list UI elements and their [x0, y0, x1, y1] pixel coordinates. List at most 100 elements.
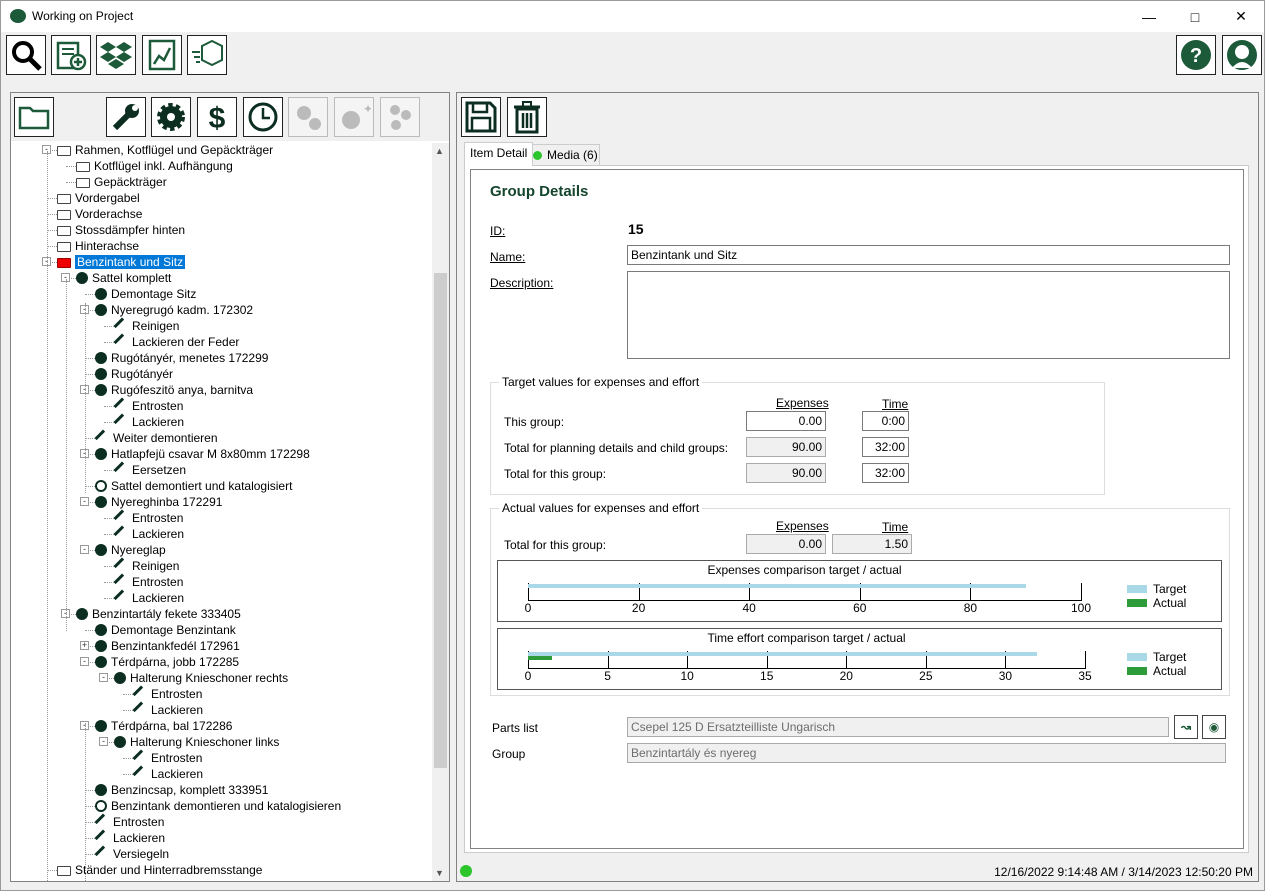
add-folder-button[interactable]: [14, 97, 54, 137]
tree-item[interactable]: Benzintartály fekete 333405: [76, 606, 241, 622]
tree-connector: [85, 838, 95, 839]
tree-connector: [104, 582, 114, 583]
tree-item[interactable]: Benzintank und Sitz: [57, 254, 186, 270]
gear-icon: [95, 720, 107, 732]
wrench-icon: [113, 333, 131, 351]
unlink-parts-button[interactable]: ↝: [1174, 715, 1198, 739]
add-task-button[interactable]: [106, 97, 146, 137]
tree-item[interactable]: Entrosten: [94, 813, 164, 831]
this-group-time-field[interactable]: 0:00: [862, 411, 909, 431]
tree-item[interactable]: Lackieren der Feder: [113, 333, 240, 351]
tree-item[interactable]: Lackieren: [113, 589, 184, 607]
minimize-icon[interactable]: —: [1126, 1, 1172, 32]
tab-media[interactable]: Media (6): [527, 144, 600, 166]
tree-item[interactable]: Vorderachse: [57, 206, 142, 222]
chart-tick: [1085, 651, 1086, 669]
tab-item-detail[interactable]: Item Detail: [464, 142, 534, 166]
tree-item[interactable]: Entrosten: [113, 509, 183, 527]
tree-item[interactable]: Entrosten: [132, 749, 202, 767]
tree-item[interactable]: Versiegeln: [94, 845, 169, 863]
this-group-expenses-field[interactable]: 0.00: [746, 411, 826, 431]
search-button[interactable]: [6, 35, 46, 75]
description-label: Description:: [490, 276, 554, 290]
add-part-button[interactable]: [151, 97, 191, 137]
support-button[interactable]: [1222, 35, 1262, 75]
tree-expander-icon[interactable]: -: [99, 737, 108, 746]
scroll-down-icon[interactable]: ▼: [435, 868, 444, 878]
tree-item[interactable]: Vordergabel: [57, 190, 140, 206]
tree-item[interactable]: Gepäckträger: [76, 174, 167, 190]
tree-item[interactable]: Reinigen: [113, 317, 180, 335]
tree-item[interactable]: Entrosten: [113, 573, 183, 591]
tree-item[interactable]: Entrosten: [132, 685, 202, 703]
tree-item[interactable]: Demontage Sitz: [95, 286, 196, 302]
tree-item[interactable]: Eersetzen: [113, 461, 186, 479]
tree-item-label: Benzintartály fekete 333405: [92, 607, 241, 621]
tree-item[interactable]: Benzintankfedél 172961: [95, 638, 240, 654]
tree-item[interactable]: Reinigen: [113, 557, 179, 575]
tree-item-label: Lackieren der Feder: [132, 335, 240, 349]
tree-item[interactable]: Térdpárna, bal 172286: [95, 718, 232, 734]
package-button[interactable]: [187, 35, 227, 75]
tree-item-label: Demontage Benzintank: [111, 623, 236, 637]
delete-button[interactable]: [507, 97, 547, 137]
tree-item[interactable]: Hinterachse: [57, 238, 139, 254]
tree-scrollbar[interactable]: ▲ ▼: [432, 143, 449, 881]
tree-item[interactable]: Nyereglap: [95, 542, 166, 558]
tree-item[interactable]: Benzincsap, komplett 333951: [95, 782, 268, 798]
tree-item-label: Sattel demontiert und katalogisiert: [111, 479, 293, 493]
folder-icon: [57, 194, 71, 204]
scroll-thumb[interactable]: [434, 273, 447, 768]
legend-swatch: [1127, 599, 1147, 607]
tree-item-label: Térdpárna, bal 172286: [111, 719, 233, 733]
tree-item[interactable]: Sattel demontiert und katalogisiert: [95, 478, 292, 494]
help-button[interactable]: ?: [1176, 35, 1216, 75]
new-document-button[interactable]: [51, 35, 91, 75]
tree-item[interactable]: Rugótányér, menetes 172299: [95, 350, 268, 366]
tree-item[interactable]: Demontage Benzintank: [95, 622, 236, 638]
tree-item[interactable]: Hatlapfejü csavar M 8x80mm 172298: [95, 446, 310, 462]
tree-item[interactable]: Lackieren: [113, 525, 184, 543]
add-milestone-button[interactable]: [243, 97, 283, 137]
tree-item[interactable]: Ständer und Hinterradbremsstange: [57, 862, 262, 878]
tree-connector: [104, 422, 114, 423]
tree-item[interactable]: Halterung Knieschoner links: [114, 734, 279, 750]
tree-item[interactable]: Lackieren: [94, 829, 165, 847]
tree-expander-icon[interactable]: -: [99, 673, 108, 682]
tree-item[interactable]: Térdpárna, jobb 172285: [95, 654, 239, 670]
description-field[interactable]: [627, 271, 1230, 359]
tree-item[interactable]: Lackieren: [113, 413, 184, 431]
tree-item[interactable]: Rahmen, Kotflügel und Gepäckträger: [57, 143, 273, 158]
add-expense-button[interactable]: $: [197, 97, 237, 137]
tree-item[interactable]: Halterung Knieschoner rechts: [114, 670, 288, 686]
tree-expander-icon[interactable]: +: [80, 641, 89, 650]
tree-item[interactable]: Weiter demontieren: [94, 429, 218, 447]
tree-item[interactable]: Sattel komplett: [76, 270, 171, 286]
tree-item[interactable]: Lackieren: [132, 701, 203, 719]
tree-item-label: Nyeregrugó kadm. 172302: [111, 303, 254, 317]
tree-expander-icon[interactable]: -: [80, 545, 89, 554]
tree-item[interactable]: Rugótányér: [95, 366, 173, 382]
tree-item[interactable]: Nyeregrugó kadm. 172302: [95, 302, 253, 318]
tree-item[interactable]: Stossdämpfer hinten: [57, 222, 185, 238]
view-parts-button[interactable]: ◉: [1202, 715, 1226, 739]
chart-tick-label: 60: [853, 601, 867, 615]
dropbox-button[interactable]: [96, 35, 136, 75]
maximize-icon[interactable]: □: [1172, 1, 1218, 32]
tree-item[interactable]: Lackieren: [132, 765, 203, 783]
tree-item-label: Reinigen: [132, 319, 180, 333]
tree-item[interactable]: Entrosten: [113, 397, 183, 415]
tree-connector: [85, 358, 95, 359]
tree-expander-icon[interactable]: -: [80, 657, 89, 666]
report-chart-button[interactable]: [142, 35, 182, 75]
save-button[interactable]: [461, 97, 501, 137]
close-icon[interactable]: ✕: [1218, 1, 1264, 32]
tree-expander-icon[interactable]: -: [80, 497, 89, 506]
tree-item[interactable]: Kotflügel inkl. Aufhängung: [76, 158, 233, 174]
name-field[interactable]: Benzintank und Sitz: [627, 245, 1230, 265]
tree-item[interactable]: Rugófeszitö anya, barnitva: [95, 382, 253, 398]
scroll-up-icon[interactable]: ▲: [435, 146, 444, 156]
tree-item[interactable]: Nyereghinba 172291: [95, 494, 222, 510]
tree-item[interactable]: Benzintank demontieren und katalogisiere…: [95, 798, 341, 814]
chart-tick-label: 80: [963, 601, 978, 615]
